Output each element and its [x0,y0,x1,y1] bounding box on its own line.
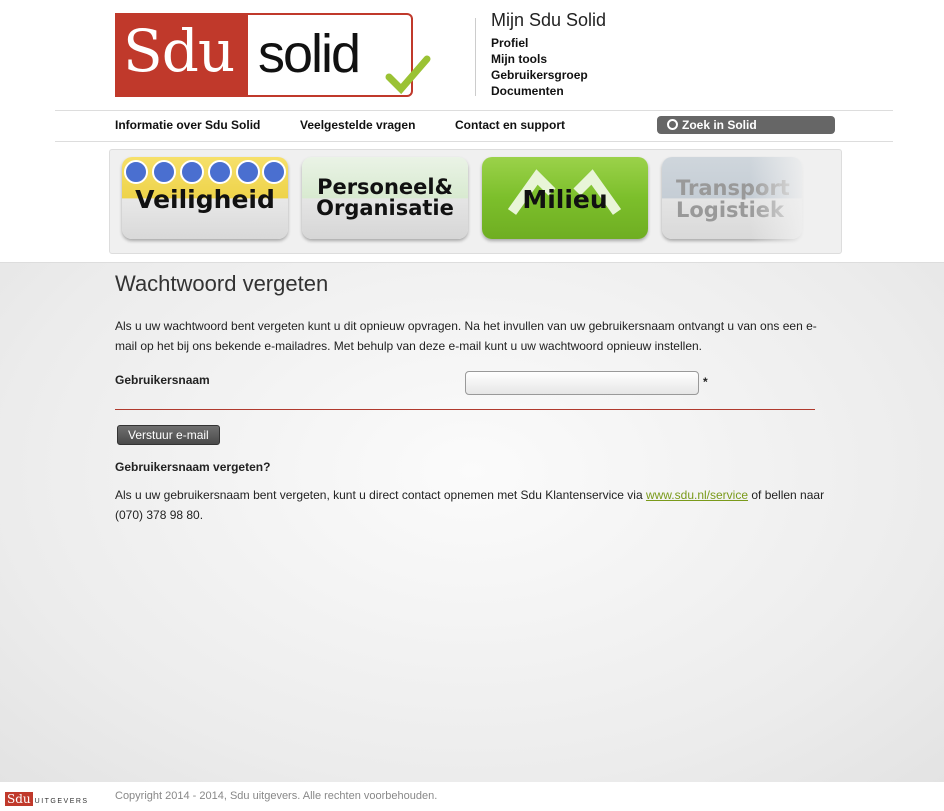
menu-link-profiel[interactable]: Profiel [491,35,606,51]
search-box[interactable]: Zoek in Solid [657,116,835,134]
copyright: Copyright 2014 - 2014, Sdu uitgevers. Al… [115,790,438,802]
tile-personeel-organisatie[interactable]: Personeel& Organisatie [302,157,468,239]
search-icon [667,119,678,130]
forgot-text-part1: Als u uw gebruikersnaam bent vergeten, k… [115,488,646,502]
service-link[interactable]: www.sdu.nl/service [646,488,748,502]
footer: Sdu UITGEVERS Copyright 2014 - 2014, Sdu … [0,782,944,811]
send-email-button[interactable]: Verstuur e-mail [117,425,220,445]
header-divider [475,18,476,96]
menu-link-gebruikersgroep[interactable]: Gebruikersgroep [491,67,606,83]
footer-logo-text: Sdu [5,792,33,806]
divider-line [115,409,815,410]
username-label: Gebruikersnaam [115,373,210,387]
nav-veelgestelde-vragen[interactable]: Veelgestelde vragen [300,118,415,132]
required-mark: * [703,375,708,389]
tile-label-milieu: Milieu [522,185,608,214]
checkmark-icon [385,55,431,95]
mijn-sdu-solid-menu: Mijn Sdu Solid Profiel Mijn tools Gebrui… [491,10,606,99]
header: Sdu solid Mijn Sdu Solid Profiel Mijn to… [0,0,944,262]
menu-link-mijn-tools[interactable]: Mijn tools [491,51,606,67]
search-label: Zoek in Solid [682,118,757,132]
category-banner: Veiligheid Personeel& Organisatie Milieu… [109,149,842,254]
nav-contact-support[interactable]: Contact en support [455,118,565,132]
top-nav: Informatie over Sdu Solid Veelgestelde v… [55,110,893,142]
tile-veiligheid[interactable]: Veiligheid [122,157,288,239]
forgot-username-title: Gebruikersnaam vergeten? [115,460,271,474]
logo-brand-right: solid [258,24,361,84]
tile-label-veiligheid: Veiligheid [135,185,275,214]
main-content: Wachtwoord vergeten Als u uw wachtwoord … [0,262,944,783]
sdu-uitgevers-logo[interactable]: Sdu UITGEVERS [5,790,89,808]
sdu-solid-logo[interactable]: Sdu solid [115,13,435,99]
tile-milieu[interactable]: Milieu [482,157,648,239]
page-title: Wachtwoord vergeten [115,271,329,296]
mijn-title: Mijn Sdu Solid [491,10,607,30]
banner-fade [750,150,810,253]
intro-text: Als u uw wachtwoord bent vergeten kunt u… [115,319,817,353]
logo-brand-left: Sdu [123,17,235,85]
footer-logo-sub: UITGEVERS [34,798,89,805]
nav-informatie[interactable]: Informatie over Sdu Solid [115,118,260,132]
logo-red-block: Sdu [115,13,248,97]
menu-link-documenten[interactable]: Documenten [491,83,606,99]
safety-icons [124,160,286,184]
forgot-username-text: Als u uw gebruikersnaam bent vergeten, k… [115,485,835,525]
tile-label-personeel: Personeel& Organisatie [316,175,454,220]
username-input[interactable] [465,371,699,395]
